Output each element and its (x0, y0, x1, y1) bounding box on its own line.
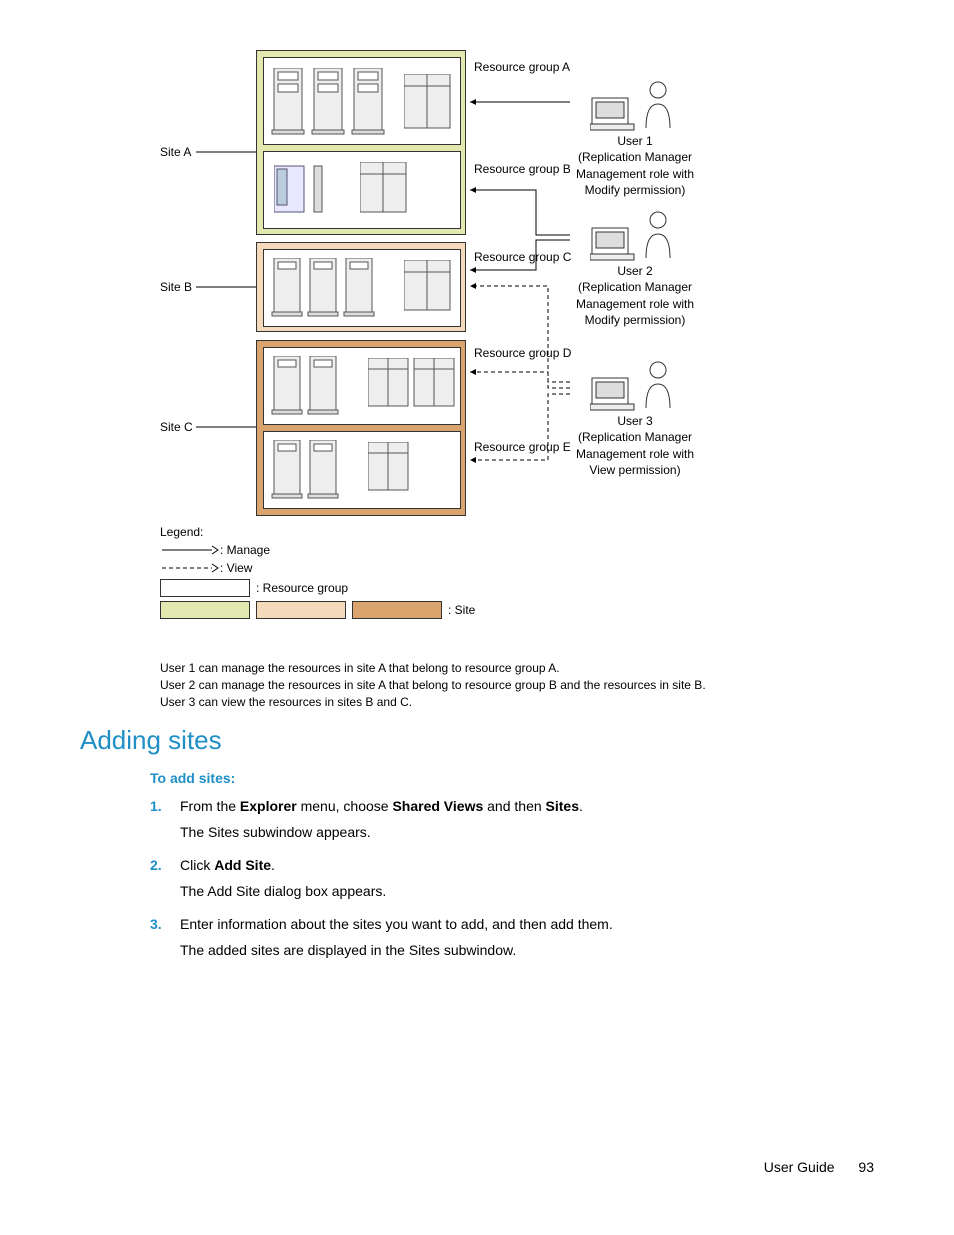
legend-manage-label: : Manage (220, 543, 270, 557)
step-3-sub: The added sites are displayed in the Sit… (180, 939, 850, 961)
legend-rg-label: : Resource group (256, 581, 348, 595)
section-heading: Adding sites (80, 725, 222, 756)
arrow-dashed-icon (160, 561, 220, 575)
note-1: User 1 can manage the resources in site … (160, 660, 706, 677)
step-number: 2. (150, 854, 180, 903)
legend-site-label: : Site (448, 603, 475, 617)
footer-label: User Guide (764, 1159, 835, 1175)
legend-swatch-rg (160, 579, 250, 597)
storage-icon (368, 358, 458, 414)
diagram-notes: User 1 can manage the resources in site … (160, 660, 706, 710)
storage-icon (404, 260, 454, 316)
server-icon (274, 162, 354, 220)
step-1: 1. From the Explorer menu, choose Shared… (150, 795, 850, 844)
arrow-solid-icon (160, 543, 220, 557)
step-number: 1. (150, 795, 180, 844)
site-c-connector (196, 419, 256, 435)
section-subheading: To add sites: (150, 770, 235, 786)
step-3-text: Enter information about the sites you wa… (180, 916, 613, 932)
server-icon (270, 356, 366, 418)
step-2-text: Click Add Site. (180, 857, 275, 873)
legend-title: Legend: (160, 525, 760, 539)
resource-group-d-box (263, 347, 461, 425)
storage-icon (404, 74, 454, 134)
storage-icon (368, 442, 418, 498)
page: Site A (0, 0, 954, 1235)
server-icon (270, 440, 366, 502)
resource-group-c-box (263, 249, 461, 327)
step-number: 3. (150, 913, 180, 962)
steps-list: 1. From the Explorer menu, choose Shared… (150, 795, 850, 971)
site-c-box (256, 340, 466, 516)
legend-swatch-site-c (352, 601, 442, 619)
site-b-connector (196, 279, 256, 295)
server-icon (270, 68, 400, 138)
server-icon (270, 258, 400, 320)
site-c-label: Site C (160, 420, 193, 434)
site-a-connector (196, 144, 256, 160)
storage-icon (360, 162, 410, 220)
step-2: 2. Click Add Site. The Add Site dialog b… (150, 854, 850, 903)
page-number: 93 (858, 1159, 874, 1175)
legend-view-label: : View (220, 561, 252, 575)
site-b-label: Site B (160, 280, 192, 294)
note-2: User 2 can manage the resources in site … (160, 677, 706, 694)
resource-group-a-box (263, 57, 461, 145)
site-a-box (256, 50, 466, 235)
note-3: User 3 can view the resources in sites B… (160, 694, 706, 711)
page-footer: User Guide 93 (764, 1159, 874, 1175)
legend: Legend: : Manage : View : Resource group… (160, 525, 760, 623)
legend-swatch-site-a (160, 601, 250, 619)
site-b-box (256, 242, 466, 332)
step-3: 3. Enter information about the sites you… (150, 913, 850, 962)
arrow-overlay (466, 40, 626, 520)
resource-group-e-box (263, 431, 461, 509)
step-2-sub: The Add Site dialog box appears. (180, 880, 850, 902)
site-a-label: Site A (160, 145, 191, 159)
step-1-text: From the Explorer menu, choose Shared Vi… (180, 798, 583, 814)
resource-group-b-box (263, 151, 461, 229)
step-1-sub: The Sites subwindow appears. (180, 821, 850, 843)
legend-swatch-site-b (256, 601, 346, 619)
